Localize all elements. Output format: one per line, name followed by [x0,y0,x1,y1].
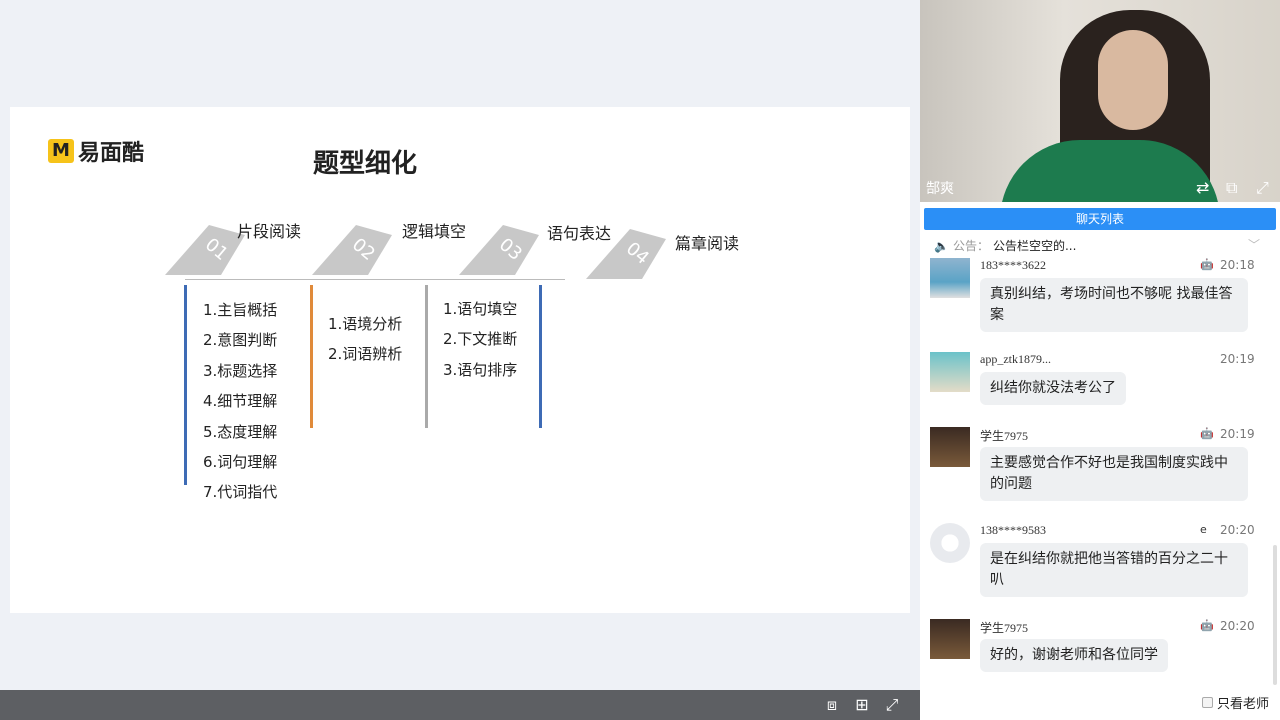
column-bar [539,285,542,428]
announcement: 🔈 公告： 公告栏空空的... [934,238,1077,254]
chat-list-button[interactable]: 聊天列表 [924,208,1276,230]
logo-text: 易面酷 [78,141,145,166]
section-label: 语句表达 [547,224,612,243]
fullscreen-icon[interactable]: ⤢ [882,695,902,715]
fit-screen-icon[interactable]: ⊞ [852,695,872,715]
section-tab-01: 01 [165,225,245,275]
message-bubble: 纠结你就没法考公了 [980,372,1126,405]
only-teacher-toggle[interactable]: 只看老师 [1202,693,1269,712]
chevron-down-icon[interactable]: ﹀ [1248,236,1260,253]
android-icon: 🤖 [1200,258,1214,271]
android-icon: 🤖 [1200,427,1214,440]
android-icon: 🤖 [1200,619,1214,632]
timestamp: 20:19 [1220,427,1255,441]
teacher-video: 郜爽 ⇄ ⧉ ⤢ [920,0,1280,202]
swap-icon[interactable]: ⇄ [1196,178,1209,197]
list-filling: 1.语境分析 2.词语辨析 [328,315,403,364]
list-reading: 1.主旨概括 2.意图判断 3.标题选择 4.细节理解 5.态度理解 6.词句理解 7.代词… [203,301,278,502]
username: 138****9583 [980,523,1046,537]
column-bar [184,285,187,485]
message-bubble: 主要感觉合作不好也是我国制度实践中的问题 [980,447,1248,501]
column-bar [425,285,428,428]
section-label: 片段阅读 [237,222,302,241]
list-expression: 1.语句填空 2.下文推断 3.语句排序 [443,300,518,379]
avatar [930,427,970,467]
section-tab-02: 02 [312,225,392,275]
timestamp: 20:18 [1220,258,1255,272]
column-bar [310,285,313,428]
timestamp: 20:19 [1220,352,1255,366]
username: 183****3622 [980,258,1046,272]
chat-scrollbar[interactable] [1273,545,1277,685]
avatar [930,619,970,659]
username: app_ztk1879... [980,352,1051,366]
screenshot-icon[interactable]: ⧈ [822,695,842,715]
logo: M 易面酷 [48,135,144,167]
speaker-icon: 🔈 [934,238,949,253]
message-bubble: 好的，谢谢老师和各位同学 [980,639,1168,672]
slide: M 易面酷 题型细化 01 02 03 04 片段阅读 逻辑填空 语句表达 篇章阅… [10,107,910,613]
player-bottom-bar: ⧈ ⊞ ⤢ [0,690,920,720]
teacher-name: 郜爽 [926,181,954,197]
section-label: 篇章阅读 [675,234,740,253]
message-bubble: 真别纠结，考场时间也不够呢 找最佳答案 [980,278,1248,332]
side-panel: 郜爽 ⇄ ⧉ ⤢ 聊天列表 🔈 公告： 公告栏空空的... ﹀ 183****362… [920,0,1280,720]
section-tab-03: 03 [459,225,539,275]
avatar [930,352,970,392]
username: 学生7975 [980,621,1029,635]
section-label: 逻辑填空 [402,222,467,241]
checkbox [1202,697,1213,708]
divider [185,279,565,280]
message-bubble: 是在纠结你就把他当答错的百分之二十叭 [980,543,1248,597]
logo-mark: M [48,139,74,163]
ie-icon: e [1200,523,1207,536]
timestamp: 20:20 [1220,619,1255,633]
avatar [930,523,970,563]
popout-icon[interactable]: ⧉ [1226,178,1237,198]
slide-stage: M 易面酷 题型细化 01 02 03 04 片段阅读 逻辑填空 语句表达 篇章阅… [0,0,915,690]
slide-title: 题型细化 [313,149,418,179]
expand-icon[interactable]: ⤢ [1256,178,1269,198]
username: 学生7975 [980,429,1029,443]
avatar [930,258,970,298]
timestamp: 20:20 [1220,523,1255,537]
